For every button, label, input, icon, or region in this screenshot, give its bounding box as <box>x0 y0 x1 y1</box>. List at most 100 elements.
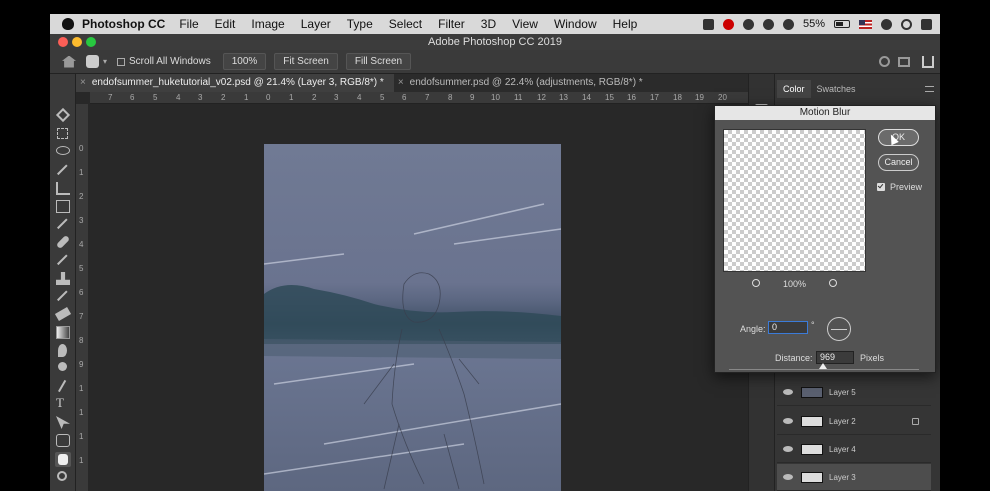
clone-stamp-tool-icon[interactable] <box>56 272 70 285</box>
type-tool-icon[interactable]: T <box>56 396 70 409</box>
tab-document-1[interactable]: × endofsummer_huketutorial_v02.psd @ 21.4… <box>76 74 394 92</box>
distance-slider-track[interactable] <box>729 369 919 370</box>
canvas-area[interactable] <box>90 104 748 491</box>
marquee-tool-icon[interactable] <box>57 128 68 139</box>
status-area: 55% <box>702 14 932 34</box>
eye-icon[interactable] <box>783 389 793 395</box>
layer-row[interactable]: Layer 4 <box>777 436 931 463</box>
home-icon[interactable] <box>62 55 76 68</box>
vertical-ruler[interactable]: 0 1 2 3 4 5 6 7 8 9 1 1 1 1 <box>76 104 88 491</box>
eyedropper-tool-icon[interactable] <box>56 218 70 231</box>
dropbox-icon[interactable] <box>742 18 754 30</box>
tools-panel: T <box>50 74 76 491</box>
menu-help[interactable]: Help <box>613 17 638 31</box>
zoom-tool-icon[interactable] <box>57 471 67 481</box>
history-brush-tool-icon[interactable] <box>56 290 70 303</box>
checkbox-icon[interactable] <box>117 57 126 66</box>
filter-preview[interactable] <box>723 129 866 272</box>
close-icon[interactable]: × <box>80 77 86 88</box>
menu-image[interactable]: Image <box>251 17 284 31</box>
brush-tool-icon[interactable] <box>56 254 70 267</box>
fit-screen-button[interactable]: Fit Screen <box>274 53 338 70</box>
menu-select[interactable]: Select <box>389 17 422 31</box>
pen-tool-icon[interactable] <box>58 379 68 394</box>
zoom-out-icon[interactable] <box>752 279 760 287</box>
chevron-down-icon[interactable]: ▾ <box>103 57 107 66</box>
close-window-icon[interactable] <box>58 37 68 47</box>
ruler-tick-label: 0 <box>79 144 84 153</box>
menu-layer[interactable]: Layer <box>301 17 331 31</box>
layer-row[interactable]: Layer 2 <box>777 408 931 435</box>
move-tool-icon[interactable] <box>55 107 71 123</box>
creative-cloud-icon[interactable] <box>722 18 734 30</box>
preview-checkbox[interactable]: Preview <box>877 182 922 192</box>
scroll-all-windows-checkbox[interactable]: Scroll All Windows <box>117 56 211 67</box>
cancel-button[interactable]: Cancel <box>878 154 919 171</box>
tab-document-2[interactable]: × endofsummer.psd @ 22.4% (adjustments, R… <box>394 74 653 92</box>
menu-edit[interactable]: Edit <box>215 17 236 31</box>
ok-button[interactable]: OK <box>878 129 919 146</box>
zoom-100-button[interactable]: 100% <box>222 53 267 70</box>
document-canvas[interactable] <box>264 144 561 491</box>
wifi-icon[interactable] <box>782 18 794 30</box>
eye-icon[interactable] <box>783 446 793 452</box>
menu-file[interactable]: File <box>179 17 198 31</box>
menu-window[interactable]: Window <box>554 17 597 31</box>
rectangle-tool-icon[interactable] <box>56 434 70 447</box>
minimize-window-icon[interactable] <box>72 37 82 47</box>
menu-type[interactable]: Type <box>347 17 373 31</box>
ruler-tick-label: 4 <box>357 93 362 102</box>
zoom-in-icon[interactable] <box>829 279 837 287</box>
user-icon[interactable] <box>881 18 892 30</box>
close-icon[interactable]: × <box>398 77 404 88</box>
menu-app-name[interactable]: Photoshop CC <box>82 17 165 31</box>
tab-color[interactable]: Color <box>777 80 811 98</box>
blur-tool-icon[interactable] <box>58 344 67 357</box>
menu-3d[interactable]: 3D <box>481 17 496 31</box>
frame-tool-icon[interactable] <box>56 200 70 213</box>
ruler-tick-label: 9 <box>470 93 475 102</box>
path-selection-tool-icon[interactable] <box>56 416 70 429</box>
ruler-tick-label: 8 <box>79 336 84 345</box>
share-icon[interactable] <box>922 55 934 68</box>
screen-record-icon[interactable] <box>702 18 714 30</box>
layer-thumbnail <box>801 443 823 455</box>
fill-screen-button[interactable]: Fill Screen <box>345 53 412 70</box>
workspace-icon[interactable] <box>898 56 910 67</box>
zoom-window-icon[interactable] <box>86 37 96 47</box>
battery-icon[interactable] <box>834 20 850 28</box>
ruler-tick-label: 19 <box>695 93 704 102</box>
angle-dial[interactable] <box>827 317 851 341</box>
dodge-tool-icon[interactable] <box>58 362 67 371</box>
tab-swatches[interactable]: Swatches <box>811 80 862 98</box>
hand-tool-preset-icon[interactable] <box>86 55 99 68</box>
layer-row[interactable]: Layer 5 <box>777 379 931 406</box>
eye-icon[interactable] <box>783 474 793 480</box>
angle-input[interactable]: 0 <box>768 321 808 334</box>
crop-tool-icon[interactable] <box>56 182 70 195</box>
notification-center-icon[interactable] <box>921 18 932 30</box>
input-source-flag-icon[interactable] <box>859 19 872 29</box>
time-machine-icon[interactable] <box>762 18 774 30</box>
color-panel-tabs: Color Swatches <box>777 80 862 98</box>
checkbox-checked-icon[interactable] <box>877 182 885 191</box>
lasso-tool-icon[interactable] <box>56 146 70 155</box>
canvas-artwork <box>264 203 561 490</box>
search-icon[interactable] <box>879 56 890 67</box>
panel-menu-icon[interactable] <box>925 86 934 92</box>
eraser-tool-icon[interactable] <box>54 307 72 321</box>
spotlight-search-icon[interactable] <box>901 18 912 30</box>
distance-slider-thumb[interactable] <box>819 363 827 369</box>
layer-row-selected[interactable]: Layer 3 <box>777 464 931 491</box>
battery-percent: 55% <box>802 18 825 30</box>
quick-selection-tool-icon[interactable] <box>56 164 70 177</box>
eye-icon[interactable] <box>783 418 793 424</box>
menu-view[interactable]: View <box>512 17 538 31</box>
gradient-tool-icon[interactable] <box>56 326 70 339</box>
hand-tool-icon[interactable] <box>55 452 71 467</box>
apple-icon[interactable] <box>62 18 74 30</box>
menu-filter[interactable]: Filter <box>438 17 465 31</box>
healing-brush-tool-icon[interactable] <box>55 234 71 250</box>
horizontal-ruler[interactable]: 7 6 5 4 3 2 1 0 1 2 3 4 5 6 7 8 9 10 11 … <box>90 92 748 104</box>
window-title-bar: Adobe Photoshop CC 2019 <box>50 34 940 50</box>
